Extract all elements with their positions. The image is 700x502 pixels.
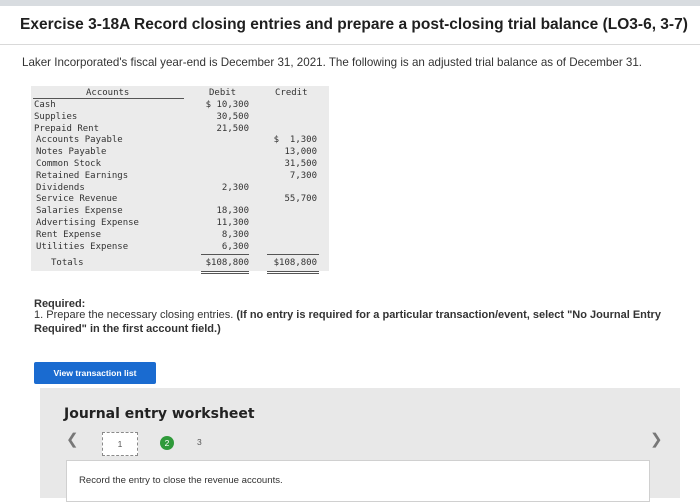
header-divider	[0, 44, 700, 45]
trial-balance-debit: 6,300	[221, 241, 249, 252]
trial-balance-account: Prepaid Rent	[34, 123, 100, 134]
required-instructions: 1. Prepare the necessary closing entries…	[34, 309, 694, 336]
trial-balance-debit: 30,500	[216, 111, 249, 122]
trial-balance-debit: 2,300	[221, 182, 249, 193]
trial-balance-credit: 7,300	[289, 170, 317, 181]
trial-balance-account: Retained Earnings	[36, 170, 129, 181]
journal-entry-worksheet: Journal entry worksheet ❮ 1 2 3 ❯ Record…	[40, 388, 680, 502]
view-transaction-list-button[interactable]: View transaction list	[34, 362, 156, 384]
credit-header: Credit	[275, 88, 308, 98]
trial-balance-debit: 8,300	[221, 229, 249, 240]
trial-balance-totals-label: Totals	[51, 258, 84, 269]
trial-balance-account: Dividends	[36, 182, 85, 193]
trial-balance-debit: 21,500	[216, 123, 249, 134]
debit-double-rule	[201, 273, 249, 275]
trial-balance-account: Notes Payable	[36, 147, 107, 158]
trial-balance-credit: $ 1,300	[273, 135, 317, 146]
chevron-right-icon[interactable]: ❯	[650, 430, 663, 448]
trial-balance-credit-total: $108,800	[273, 258, 317, 269]
step-1[interactable]: 1	[102, 432, 138, 456]
trial-balance-credit: 31,500	[284, 159, 317, 169]
trial-balance-account: Cash	[34, 100, 56, 110]
trial-balance-debit-total: $108,800	[205, 258, 249, 269]
step-3[interactable]: 3	[197, 437, 202, 447]
credit-total-rule	[267, 254, 319, 256]
trial-balance-account: Accounts Payable	[36, 135, 123, 146]
trial-balance-account: Service Revenue	[36, 194, 118, 205]
step-2[interactable]: 2	[160, 436, 174, 450]
trial-balance-account: Salaries Expense	[36, 206, 123, 217]
entry-panel: Record the entry to close the revenue ac…	[66, 460, 650, 502]
trial-balance-credit: 13,000	[284, 147, 317, 158]
trial-balance-account: Rent Expense	[36, 229, 102, 240]
debit-double-rule	[201, 271, 249, 273]
top-rule	[0, 0, 700, 6]
trial-balance-debit: 11,300	[216, 218, 249, 228]
trial-balance-account: Advertising Expense	[36, 218, 139, 228]
worksheet-title: Journal entry worksheet	[64, 406, 255, 422]
trial-balance-debit: $ 10,300	[205, 100, 249, 110]
entry-instruction: Record the entry to close the revenue ac…	[79, 475, 283, 486]
exercise-intro: Laker Incorporated's fiscal year-end is …	[22, 56, 643, 69]
debit-total-rule	[201, 254, 249, 256]
credit-double-rule	[267, 271, 319, 273]
exercise-title: Exercise 3-18A Record closing entries an…	[20, 16, 688, 33]
trial-balance-account: Common Stock	[36, 159, 102, 169]
accounts-header-rule	[33, 98, 184, 99]
trial-balance-account: Supplies	[34, 111, 78, 122]
adjusted-trial-balance: Accounts Debit Credit Cash $ 10,300 Suppli…	[31, 86, 329, 275]
required-instruction: 1. Prepare the necessary closing entries…	[34, 309, 234, 321]
chevron-left-icon[interactable]: ❮	[66, 430, 79, 448]
debit-header: Debit	[209, 88, 237, 98]
trial-balance-debit: 18,300	[216, 206, 249, 217]
trial-balance-credit: 55,700	[284, 194, 317, 205]
trial-balance-account: Utilities Expense	[36, 241, 129, 252]
credit-double-rule	[267, 273, 319, 275]
